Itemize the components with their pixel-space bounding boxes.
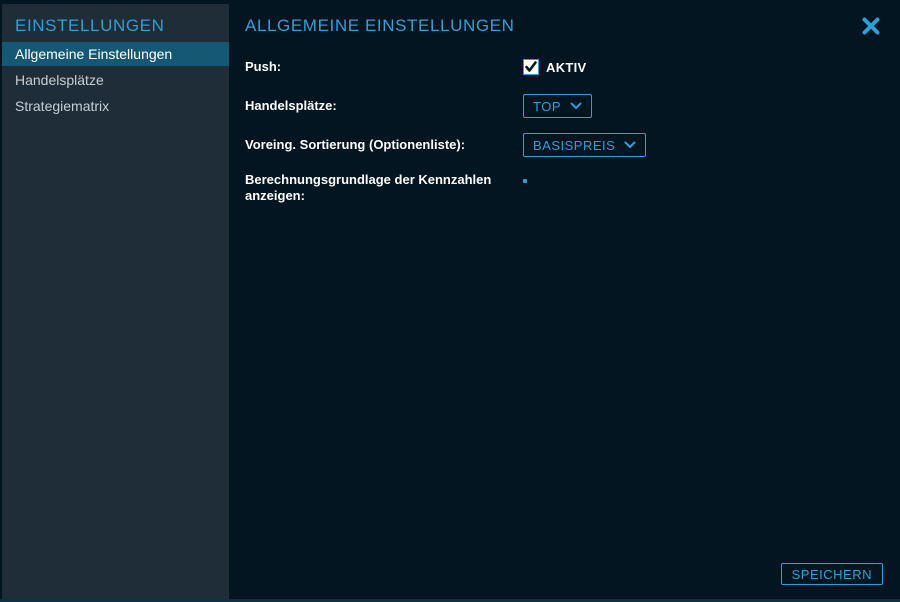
sidebar-nav: Allgemeine Einstellungen Handelsplätze S… [2,42,229,118]
main-panel: ALLGEMEINE EINSTELLUNGEN Push: AKTIV [229,4,900,599]
close-button[interactable] [858,13,884,39]
settings-form: Push: AKTIV Handelsplätze: TOP [245,55,884,204]
form-row-sortierung: Voreing. Sortierung (Optionenliste): BAS… [245,133,884,157]
checkmark-icon [525,61,537,73]
push-checkbox[interactable] [523,59,539,75]
sortierung-label: Voreing. Sortierung (Optionenliste): [245,137,523,153]
sidebar-item-strategiematrix[interactable]: Strategiematrix [2,94,229,118]
form-row-berechnungsgrundlage: Berechnungsgrundlage der Kennzahlen anze… [245,172,884,204]
sortierung-dropdown-value: BASISPREIS [533,138,615,153]
chevron-down-icon [624,141,636,149]
sidebar-item-allgemeine-einstellungen[interactable]: Allgemeine Einstellungen [2,42,229,66]
handelsplaetze-label: Handelsplätze: [245,98,523,114]
sortierung-dropdown[interactable]: BASISPREIS [523,133,646,157]
form-row-handelsplaetze: Handelsplätze: TOP [245,94,884,118]
value-dot [523,179,527,183]
close-icon [861,16,881,36]
page-title: ALLGEMEINE EINSTELLUNGEN [245,16,514,36]
sidebar-item-handelsplaetze[interactable]: Handelsplätze [2,68,229,92]
push-checkbox-wrap: AKTIV [523,59,587,75]
push-label: Push: [245,59,523,75]
form-row-push: Push: AKTIV [245,55,884,79]
save-button[interactable]: SPEICHERN [781,563,883,585]
sidebar: EINSTELLUNGEN Allgemeine Einstellungen H… [2,4,229,599]
settings-dialog: EINSTELLUNGEN Allgemeine Einstellungen H… [0,0,900,602]
handelsplaetze-dropdown-value: TOP [533,99,561,114]
push-checkbox-label: AKTIV [546,60,587,75]
chevron-down-icon [570,102,582,110]
berechnungsgrundlage-label: Berechnungsgrundlage der Kennzahlen anze… [245,172,523,204]
panel-header: ALLGEMEINE EINSTELLUNGEN [245,4,884,38]
sidebar-title: EINSTELLUNGEN [2,4,229,38]
handelsplaetze-dropdown[interactable]: TOP [523,94,592,118]
